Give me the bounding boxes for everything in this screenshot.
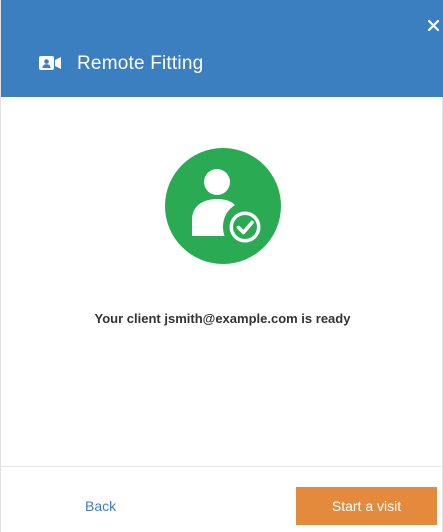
close-icon[interactable] [426, 18, 442, 34]
dialog-title: Remote Fitting [77, 53, 204, 74]
client-ready-avatar [165, 148, 281, 264]
back-button[interactable]: Back [85, 497, 116, 515]
video-camera-icon [39, 55, 61, 71]
start-visit-button[interactable]: Start a visit [296, 487, 437, 525]
remote-fitting-dialog: Remote Fitting Your client jsmith@exampl… [0, 0, 443, 532]
user-check-icon [192, 169, 264, 246]
dialog-header: Remote Fitting [1, 0, 443, 97]
dialog-content: Your client jsmith@example.com is ready [1, 97, 443, 467]
client-status-message: Your client jsmith@example.com is ready [94, 311, 351, 326]
dialog-footer: Back Start a visit [1, 467, 443, 532]
